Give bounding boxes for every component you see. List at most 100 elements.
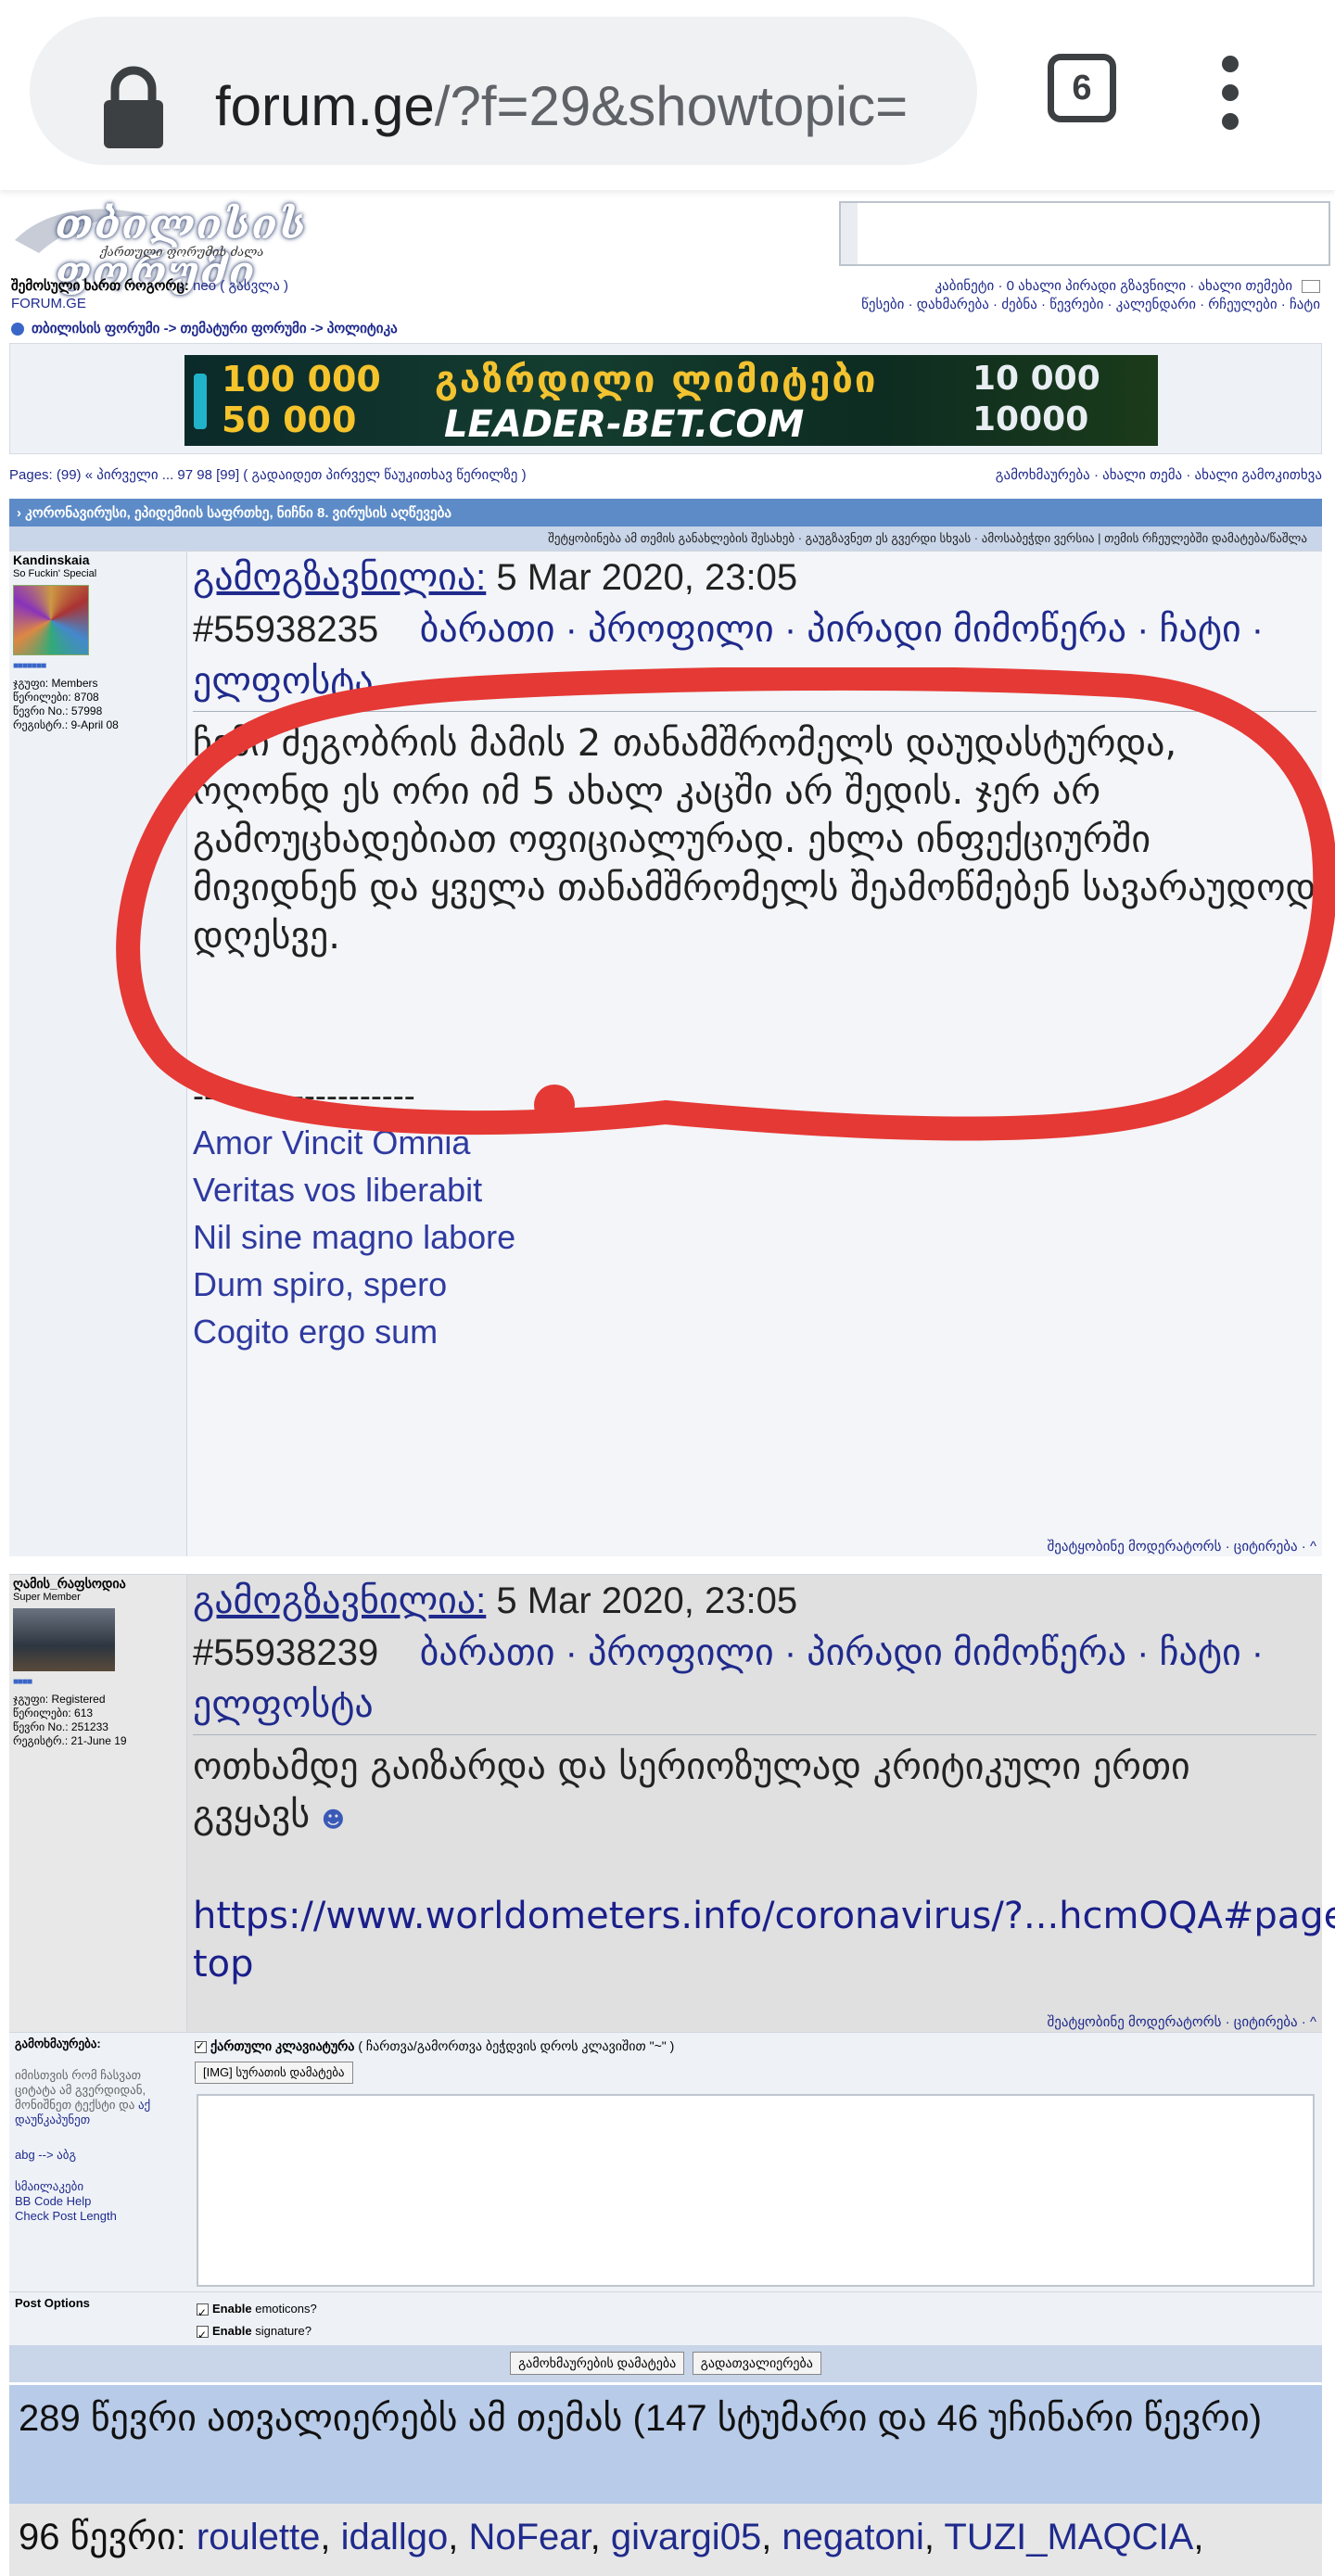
quick-reply: გამოხმაურება: იმისთვის რომ ჩასვათ ციტატა… — [9, 2032, 1322, 2291]
post-author[interactable]: Kandinskaia — [13, 553, 183, 567]
check-length-link[interactable]: Check Post Length — [15, 2209, 182, 2224]
keyboard-toggle[interactable]: ქართული კლავიატურა ( ჩართვა/გამორთვა ბეჭ… — [195, 2038, 1315, 2054]
post-author[interactable]: ღამის_რაფსოდია — [13, 1577, 183, 1591]
author-posts: წერილები: 613 — [13, 1707, 94, 1719]
signature-line: Cogito ergo sum — [193, 1313, 439, 1351]
viewing-members: 96 წევრი: roulette, idallgo, NoFear, giv… — [9, 2504, 1322, 2576]
pagination[interactable]: Pages: (99) « პირველი ... 97 98 [99] ( გ… — [9, 466, 527, 483]
login-status: შემოსული ხართ როგორც: neo ( გასვლა ) — [11, 278, 289, 294]
avatar — [13, 1608, 115, 1671]
leaderbet-banner[interactable]: 100 000 50 000 გაზრდილი ლიმიტები LEADER-B… — [184, 355, 1158, 446]
lock-icon — [104, 66, 163, 148]
reply-help: იმისთვის რომ ჩასვათ ციტატა ამ გვერდიდან,… — [15, 2068, 151, 2126]
post-meta: გამოგზავნილია: 5 Mar 2020, 23:05 #559382… — [193, 552, 1316, 707]
checkbox-checked-icon[interactable] — [197, 2302, 209, 2324]
bbcode-link[interactable]: BB Code Help — [15, 2194, 182, 2209]
top-ad-box[interactable] — [839, 201, 1330, 266]
url-text: forum.ge/?f=29&showtopic= — [215, 75, 909, 137]
submit-reply-button[interactable]: გამოხმაურების დამატება — [510, 2352, 685, 2375]
post-text: ჩემი მეგობრის მამის 2 თანამშრომელს დაუდა… — [193, 722, 1316, 958]
topic-title-bar: › კორონავირუსი, ეპიდემიის საფრთხე, ნიჩნი… — [9, 499, 1322, 527]
member-link[interactable]: givargi05 — [611, 2517, 761, 2557]
post-meta: გამოგზავნილია: 5 Mar 2020, 23:05 #559382… — [193, 1575, 1316, 1731]
banner-headline: გაზრდილი ლიმიტები — [435, 359, 878, 401]
post-divider — [9, 1556, 1322, 1574]
member-link[interactable]: roulette — [197, 2517, 320, 2557]
forum-logo[interactable]: თბილისის ფორუმი ქართული ფორუმის ძალა — [11, 197, 306, 296]
post-options: Post Options Enable emoticons? Enable si… — [9, 2291, 1322, 2346]
user-nav[interactable]: კაბინეტი · 0 ახალი პირადი გზავნილი · ახა… — [934, 277, 1320, 294]
post-id[interactable]: #55938235 — [193, 609, 378, 650]
author-number: წევრი No.: 57998 — [13, 704, 103, 717]
author-number: წევრი No.: 251233 — [13, 1720, 108, 1733]
banner-amounts-right: 10 000 10000 — [973, 360, 1100, 438]
rank-pips: ■■■■■■■ — [13, 661, 46, 671]
arrows-icon — [194, 374, 207, 429]
checkbox-checked-icon[interactable] — [197, 2324, 209, 2346]
browser-toolbar: forum.ge/?f=29&showtopic= 6 — [0, 0, 1335, 190]
post: ღამის_რაფსოდია Super Member ■■■■ ჯგუფი: … — [9, 1574, 1335, 2032]
post-footer-links[interactable]: შეატყობინე მოდერატორს · ციტირება · ^ — [1047, 1538, 1316, 1554]
post-id[interactable]: #55938239 — [193, 1632, 378, 1673]
viewers-count: 289 წევრი ათვალიერებს ამ თემას (147 სტუმ… — [9, 2385, 1322, 2504]
author-group: ჯგუფი: Registered — [13, 1693, 106, 1706]
posted-label[interactable]: გამოგზავნილია: — [193, 557, 486, 598]
ad-banner-area: 100 000 50 000 გაზრდილი ლიმიტები LEADER-B… — [9, 343, 1322, 454]
site-label[interactable]: FORUM.GE — [11, 296, 86, 311]
signature-line: Veritas vos liberabit — [193, 1171, 483, 1209]
overflow-menu-icon[interactable] — [1216, 56, 1244, 130]
signature-option[interactable]: Enable signature? — [197, 2320, 1313, 2346]
post-text: ოთხამდე გაიზარდა და სერიოზულად კრიტიკული… — [193, 1745, 1190, 1836]
logout-link[interactable]: ( გასვლა ) — [220, 278, 288, 294]
topic-actions[interactable]: გამოხმაურება · ახალი თემა · ახალი გამოკი… — [996, 466, 1322, 483]
checkbox-checked-icon[interactable] — [195, 2039, 207, 2053]
forum-icon — [11, 323, 24, 336]
post-body: გამოგზავნილია: 5 Mar 2020, 23:05 #559382… — [187, 552, 1322, 1556]
post-date: 5 Mar 2020, 23:05 — [496, 1580, 798, 1621]
emoticons-option[interactable]: Enable emoticons? — [197, 2298, 1313, 2324]
post-date: 5 Mar 2020, 23:05 — [496, 557, 798, 598]
post: Kandinskaia So Fuckin' Special ■■■■■■■ ჯ… — [9, 551, 1322, 1556]
post-link[interactable]: https://www.worldometers.info/coronaviru… — [193, 1892, 1335, 1988]
breadcrumb[interactable]: თბილისის ფორუმი -> თემატური ფორუმი -> პო… — [11, 320, 398, 336]
abg-link[interactable]: abg --> აბგ — [15, 2148, 182, 2163]
site-nav[interactable]: წესები · დახმარება · ძებნა · წევრები · კ… — [861, 296, 1320, 312]
username-link[interactable]: neo — [193, 278, 216, 294]
address-bar[interactable]: forum.ge/?f=29&showtopic= — [30, 17, 977, 165]
smilies-link[interactable]: სმაილაკები — [15, 2179, 182, 2194]
author-group: ჯგუფი: Members — [13, 677, 98, 690]
signature-line: Dum spiro, spero — [193, 1265, 448, 1303]
author-posts: წერილები: 8708 — [13, 691, 99, 704]
member-link[interactable]: TUZI_MAQCIA — [944, 2517, 1193, 2557]
author-registered: რეგისტრ.: 9-April 08 — [13, 718, 119, 731]
smiley-icon: ☻ — [321, 1807, 345, 1833]
reply-sidebar: გამოხმაურება: იმისთვის რომ ჩასვათ ციტატა… — [9, 2033, 187, 2291]
add-image-button[interactable]: [IMG] სურათის დამატება — [195, 2062, 353, 2084]
post-options-label: Post Options — [9, 2292, 187, 2345]
topic-tools[interactable]: შეტყობინება ამ თემის განახლების შესახებ … — [9, 527, 1322, 551]
banner-amounts: 100 000 50 000 — [222, 359, 381, 440]
tab-switcher-button[interactable]: 6 — [1048, 54, 1116, 122]
signature-separator: -------------------- — [193, 1076, 415, 1114]
post-author-panel: Kandinskaia So Fuckin' Special ■■■■■■■ ჯ… — [9, 552, 187, 1556]
signature-line: Amor Vincit Omnia — [193, 1123, 471, 1161]
reply-label: გამოხმაურება: — [15, 2037, 101, 2050]
reply-textarea[interactable] — [197, 2094, 1315, 2287]
reply-main: ქართული კლავიატურა ( ჩართვა/გამორთვა ბეჭ… — [187, 2033, 1322, 2291]
author-rank: Super Member — [13, 1592, 81, 1603]
preview-button[interactable]: გადათვალიერება — [692, 2352, 821, 2375]
member-link[interactable]: NoFear — [468, 2517, 590, 2557]
banner-brand: LEADER-BET.COM — [444, 403, 805, 446]
avatar — [13, 585, 89, 655]
member-link[interactable]: negatoni — [782, 2517, 923, 2557]
rank-pips: ■■■■ — [13, 1677, 32, 1687]
author-registered: რეგისტრ.: 21-June 19 — [13, 1734, 127, 1747]
messages-icon[interactable] — [1302, 280, 1320, 294]
submit-bar: გამოხმაურების დამატება გადათვალიერება — [9, 2345, 1322, 2382]
member-link[interactable]: idallgo — [341, 2517, 449, 2557]
post-author-panel: ღამის_რაფსოდია Super Member ■■■■ ჯგუფი: … — [9, 1575, 187, 2032]
post-footer-links[interactable]: შეატყობინე მოდერატორს · ციტირება · ^ — [1047, 2013, 1316, 2030]
post-options-main: Enable emoticons? Enable signature? — [187, 2292, 1322, 2346]
posted-label[interactable]: გამოგზავნილია: — [193, 1580, 486, 1621]
post-body: გამოგზავნილია: 5 Mar 2020, 23:05 #559382… — [187, 1575, 1335, 2032]
